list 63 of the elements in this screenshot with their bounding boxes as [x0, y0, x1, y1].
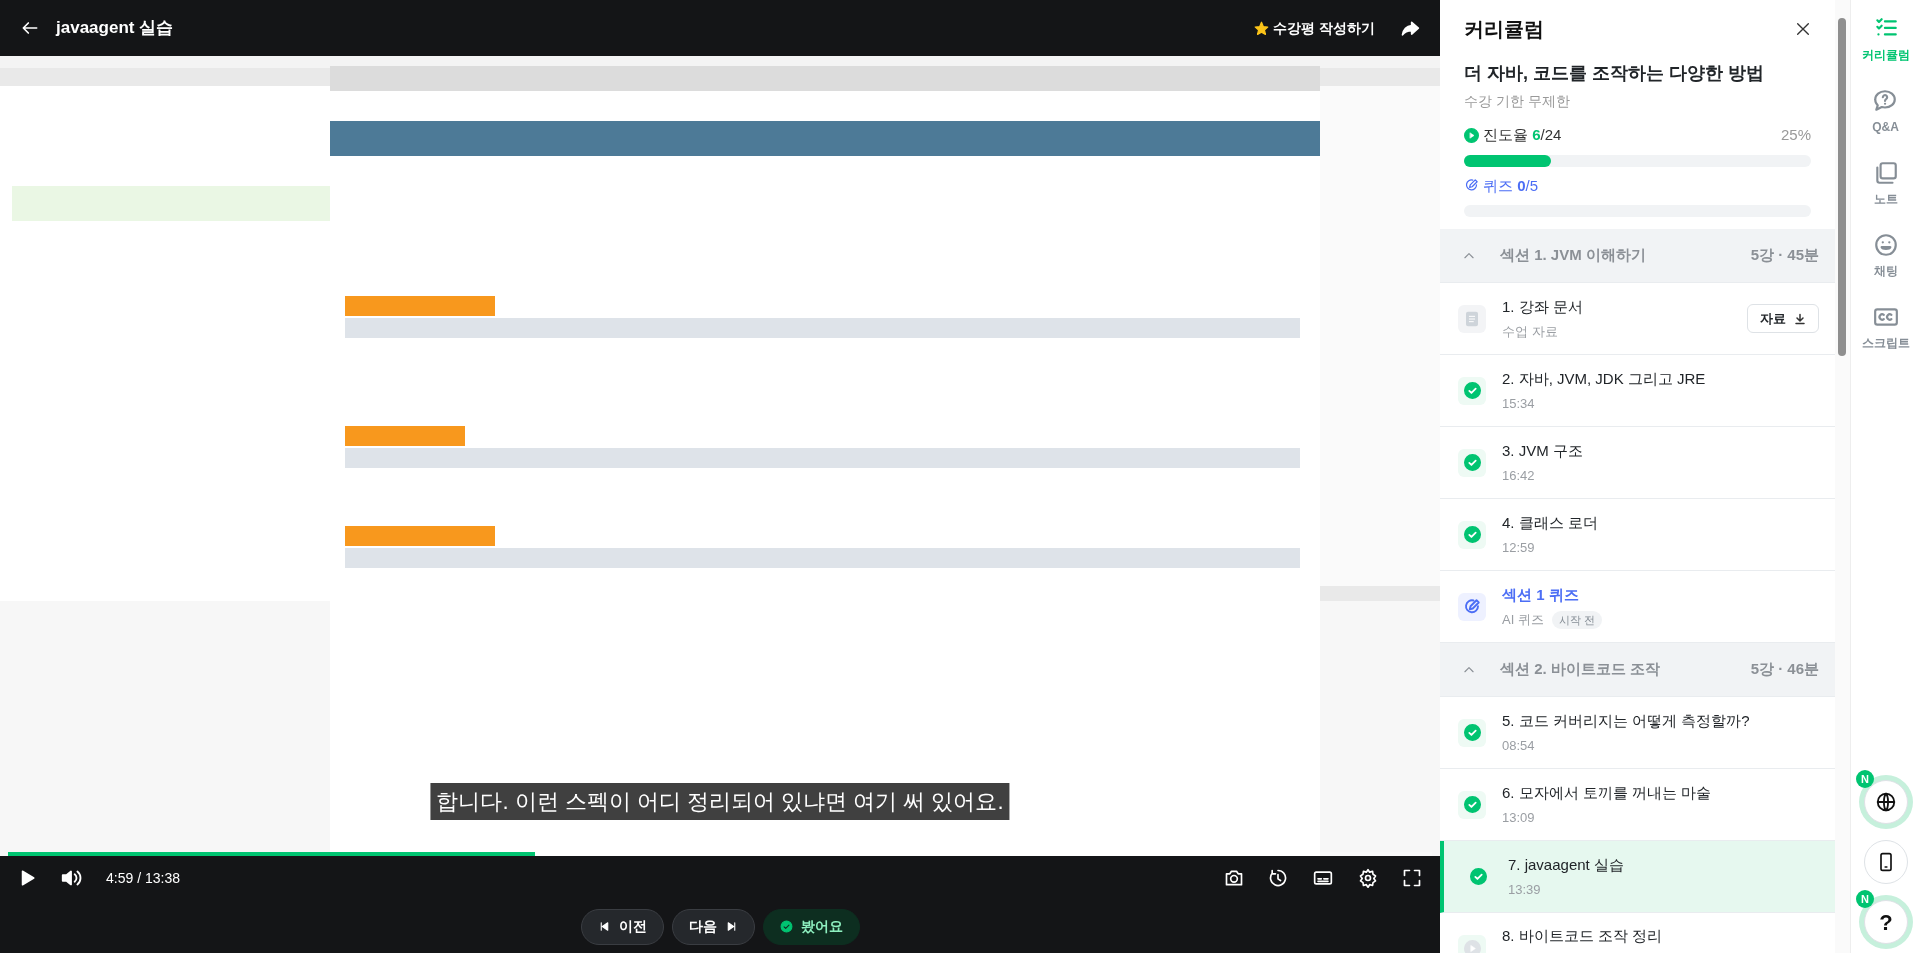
- close-icon[interactable]: [1795, 21, 1811, 37]
- lesson-item[interactable]: 2. 자바, JVM, JDK 그리고 JRE 15:34: [1440, 355, 1835, 427]
- lesson-item[interactable]: 8. 바이트코드 조작 정리: [1440, 913, 1835, 953]
- scrollbar[interactable]: [1835, 0, 1850, 953]
- status-tag: 시작 전: [1551, 610, 1602, 629]
- lesson-duration: 13:09: [1502, 809, 1535, 827]
- time-display: 4:59 / 13:38: [106, 868, 180, 888]
- question-bubble-icon: [1872, 88, 1899, 114]
- new-badge: N: [1856, 770, 1874, 788]
- lesson-subtitle: 수업 자료: [1502, 323, 1558, 341]
- lesson-title: 7. javaagent 실습: [1508, 854, 1624, 875]
- lesson-duration: 13:39: [1508, 881, 1541, 899]
- new-badge: N: [1856, 890, 1874, 908]
- lesson-duration: 08:54: [1502, 737, 1535, 755]
- lesson-title: 1. 강좌 문서: [1502, 296, 1583, 317]
- previous-button[interactable]: 이전: [580, 908, 664, 945]
- access-period: 수강 기한 무제한: [1464, 92, 1571, 111]
- settings-icon[interactable]: [1358, 868, 1378, 888]
- camera-icon[interactable]: [1224, 868, 1244, 888]
- lesson-item[interactable]: 7. javaagent 실습 13:39: [1440, 841, 1835, 913]
- document-icon: [1465, 310, 1479, 327]
- lesson-duration: 15:34: [1502, 395, 1535, 413]
- download-button[interactable]: 자료: [1747, 303, 1819, 334]
- lesson-item[interactable]: 4. 클래스 로더 12:59: [1440, 499, 1835, 571]
- progress-percent: 25%: [1780, 125, 1811, 145]
- lesson-title: 5. 코드 커버리지는 어떻게 측정할까?: [1502, 710, 1750, 731]
- lesson-title: 8. 바이트코드 조작 정리: [1502, 926, 1662, 947]
- subtitles-icon[interactable]: [1312, 868, 1334, 888]
- fullscreen-icon[interactable]: [1402, 868, 1422, 888]
- lecture-title: javaagent 실습: [56, 17, 174, 40]
- progress-label: 진도율 6/24: [1483, 125, 1562, 145]
- globe-icon: [1875, 791, 1897, 813]
- section-title: 섹션 1. JVM 이해하기: [1500, 245, 1646, 266]
- timer-icon[interactable]: [1268, 868, 1288, 888]
- lesson-title: 3. JVM 구조: [1502, 440, 1583, 461]
- pencil-circle-icon: [1463, 597, 1481, 616]
- lesson-item[interactable]: 3. JVM 구조 16:42: [1440, 427, 1835, 499]
- lesson-item[interactable]: 5. 코드 커버리지는 어떻게 측정할까? 08:54: [1440, 697, 1835, 769]
- check-icon: [779, 920, 793, 933]
- course-title: 더 자바, 코드를 조작하는 다양한 방법: [1464, 62, 1765, 85]
- quiz-label: 퀴즈 0/5: [1483, 175, 1539, 196]
- section-title: 섹션 2. 바이트코드 조작: [1500, 659, 1660, 680]
- play-circle-icon: [1464, 127, 1479, 143]
- lesson-title: 4. 클래스 로더: [1502, 512, 1598, 533]
- section-meta: 5강 · 45분: [1750, 245, 1819, 266]
- review-button[interactable]: 수강평 작성하기: [1253, 16, 1376, 40]
- lesson-subtitle: AI 퀴즈: [1502, 611, 1544, 629]
- lesson-duration: 12:59: [1502, 539, 1535, 557]
- section-meta: 5강 · 46분: [1750, 659, 1819, 680]
- pencil-circle-icon: [1464, 178, 1479, 194]
- star-icon: [1254, 20, 1270, 36]
- lesson-title: 2. 자바, JVM, JDK 그리고 JRE: [1502, 368, 1706, 389]
- video-caption: 합니다. 이런 스펙이 어디 정리되어 있냐면 여기 써 있어요.: [430, 783, 1010, 820]
- lesson-duration: 16:42: [1502, 467, 1535, 485]
- next-button[interactable]: 다음: [671, 908, 755, 945]
- panel-title: 커리큘럼: [1464, 17, 1544, 42]
- watched-button[interactable]: 봤어요: [762, 908, 860, 945]
- lesson-title: 6. 모자에서 토끼를 꺼내는 마술: [1502, 782, 1712, 803]
- lesson-item[interactable]: 1. 강좌 문서 수업 자료 자료: [1440, 283, 1835, 355]
- mobile-button[interactable]: [1864, 840, 1908, 884]
- smiley-icon: [1872, 232, 1899, 258]
- download-icon: [1794, 312, 1806, 325]
- lesson-title: 섹션 1 퀴즈: [1502, 584, 1580, 605]
